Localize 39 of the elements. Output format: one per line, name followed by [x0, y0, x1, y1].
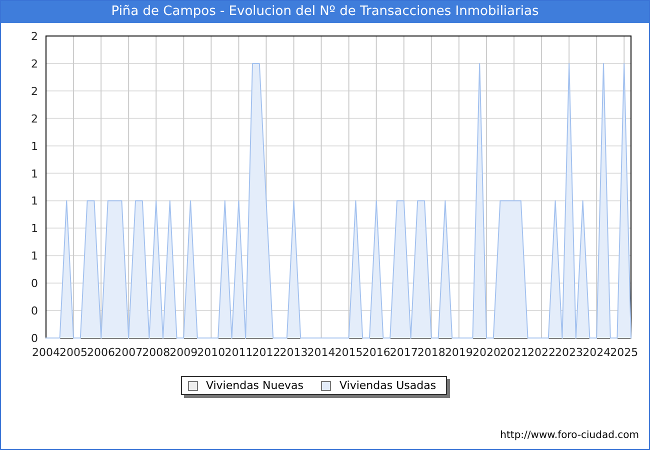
legend-swatch: [321, 380, 332, 390]
website-url: http://www.foro-ciudad.com: [500, 430, 639, 441]
y-tick-label: 1: [31, 140, 38, 153]
y-tick-label: 0: [31, 332, 38, 345]
legend-label: Viviendas Nuevas: [206, 379, 304, 392]
x-tick-label: 2005: [60, 346, 88, 359]
x-tick-label: 2011: [224, 346, 253, 359]
y-tick-label: 2: [31, 112, 38, 126]
x-tick-label: 2017: [390, 346, 418, 359]
x-tick-label: 2024: [582, 346, 611, 359]
x-tick-label: 2021: [500, 346, 528, 359]
y-tick-label: 1: [31, 250, 38, 263]
x-tick-label: 2007: [114, 346, 143, 359]
x-tick-label: 2020: [472, 346, 500, 359]
legend-label: Viviendas Usadas: [339, 379, 436, 392]
y-tick-label: 1: [31, 194, 38, 208]
x-tick-label: 2018: [417, 346, 446, 359]
x-tick-label: 2009: [170, 346, 198, 359]
x-tick-label: 2015: [334, 346, 363, 359]
y-tick-label: 1: [31, 167, 38, 180]
x-tick-label: 2010: [197, 346, 226, 359]
y-tick-label: 0: [31, 277, 38, 290]
y-tick-label: 0: [31, 304, 38, 318]
x-tick-label: 2016: [362, 346, 390, 359]
x-tick-label: 2023: [555, 346, 584, 359]
x-tick-label: 2013: [280, 346, 308, 359]
x-tick-label: 2006: [87, 346, 116, 359]
x-tick-label: 2008: [142, 346, 170, 359]
x-tick-label: 2019: [444, 346, 473, 359]
x-tick-label: 2004: [32, 346, 60, 359]
chart-title: Piña de Campos - Evolucion del Nº de Transacciones Inmobiliarias: [1, 1, 649, 23]
x-tick-label: 2012: [252, 346, 280, 359]
x-tick-label: 2022: [528, 346, 556, 359]
y-tick-label: 2: [31, 30, 38, 43]
x-tick-label: 2025: [610, 346, 638, 359]
y-tick-label: 2: [31, 84, 38, 98]
y-tick-label: 2: [31, 57, 38, 70]
y-tick-label: 1: [31, 222, 38, 236]
x-tick-label: 2014: [307, 346, 336, 359]
